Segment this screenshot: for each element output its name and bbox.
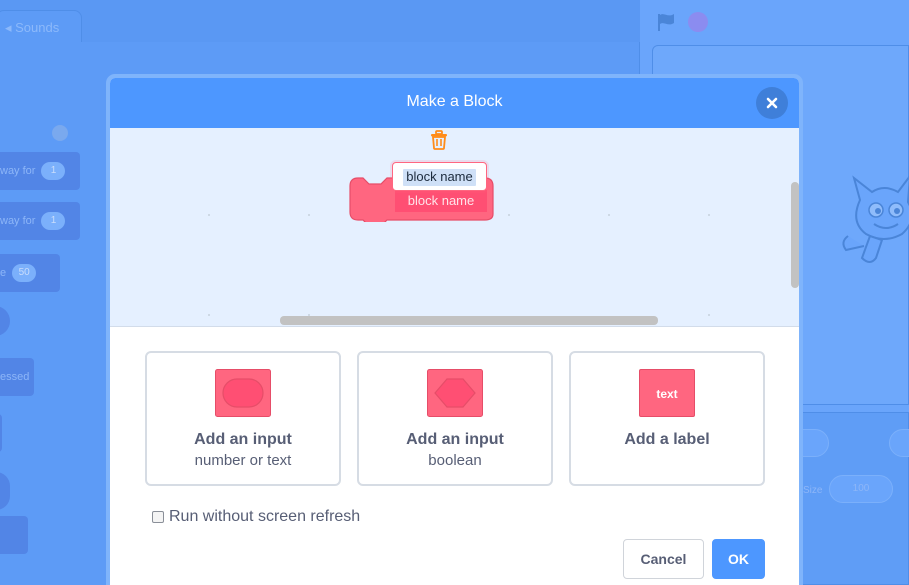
palette-block-label: way for (0, 215, 36, 227)
palette-dot (52, 125, 68, 141)
grid-dot (708, 314, 710, 316)
horizontal-scrollbar[interactable] (280, 316, 658, 325)
text-selection-highlight (403, 169, 476, 186)
editor-tab-strip: ◂ Sounds (0, 0, 640, 44)
vertical-scrollbar[interactable] (791, 182, 799, 288)
palette-block[interactable] (0, 472, 10, 510)
grid-dot (708, 214, 710, 216)
sprite-size-label: Size (803, 485, 823, 496)
grid-dot (208, 314, 210, 316)
tab-sounds-label: Sounds (15, 20, 60, 35)
option-title: Add an input (194, 431, 292, 448)
cat-sprite-icon (842, 175, 909, 263)
number-input-icon (215, 369, 271, 417)
run-without-refresh-checkbox[interactable] (152, 511, 164, 523)
palette-round-block[interactable] (0, 306, 10, 336)
palette-block[interactable]: e 50 (0, 254, 60, 292)
palette-block-value: 1 (41, 212, 66, 231)
dialog-title: Make a Block (406, 93, 503, 110)
palette-block[interactable]: way for 1 (0, 202, 80, 240)
palette-block-label: essed (0, 371, 30, 383)
option-title: Add a label (624, 431, 710, 448)
stop-icon[interactable] (688, 12, 708, 32)
sprite-y-field[interactable] (889, 429, 909, 457)
grid-dot (508, 214, 510, 216)
block-options: Add an input number or text Add an input… (145, 351, 769, 491)
option-subtitle: boolean (428, 452, 482, 469)
block-preview-workspace[interactable]: block name block name (110, 128, 799, 327)
option-title: Add an input (406, 431, 504, 448)
palette-block[interactable]: way for 1 (0, 152, 80, 190)
palette-block-label: e (0, 267, 7, 279)
grid-dot (208, 214, 210, 216)
green-flag-icon[interactable] (656, 12, 678, 32)
label-icon: text (639, 369, 695, 417)
run-without-refresh-row[interactable]: Run without screen refresh (152, 508, 360, 526)
make-a-block-dialog: Make a Block block name block name Add a… (106, 74, 803, 585)
boolean-input-icon (427, 369, 483, 417)
trash-icon[interactable] (430, 130, 448, 150)
close-button[interactable] (756, 87, 788, 119)
palette-block[interactable] (0, 516, 28, 554)
add-label-button[interactable]: text Add a label (569, 351, 765, 486)
sprite-size-field[interactable]: 100 (829, 475, 893, 503)
palette-block-value: 1 (41, 162, 66, 181)
add-number-or-text-input-button[interactable]: Add an input number or text (145, 351, 341, 486)
palette-block-value: 50 (12, 264, 37, 283)
palette-block[interactable]: essed (0, 358, 34, 396)
add-boolean-input-button[interactable]: Add an input boolean (357, 351, 553, 486)
grid-dot (308, 214, 310, 216)
stage-header (640, 0, 909, 42)
cancel-button[interactable]: Cancel (623, 539, 704, 579)
block-label-text: block name (395, 190, 487, 212)
dialog-header: Make a Block (110, 78, 799, 128)
tab-sounds[interactable]: ◂ Sounds (0, 10, 82, 44)
close-icon (766, 97, 778, 109)
run-without-refresh-label: Run without screen refresh (169, 508, 361, 525)
palette-block-label: way for (0, 165, 36, 177)
palette-block[interactable] (0, 414, 2, 452)
grid-dot (608, 214, 610, 216)
ok-button[interactable]: OK (712, 539, 765, 579)
option-subtitle: number or text (194, 452, 292, 469)
